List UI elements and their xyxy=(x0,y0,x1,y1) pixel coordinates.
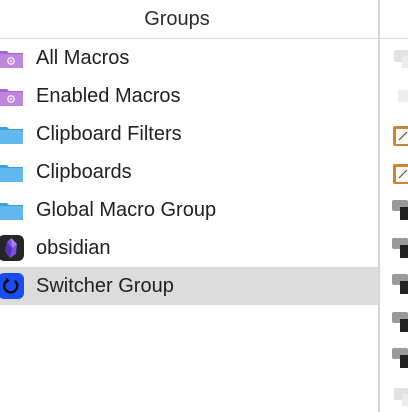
group-row-all-macros[interactable]: All Macros xyxy=(0,39,378,77)
group-label: obsidian xyxy=(36,237,111,259)
group-label: Switcher Group xyxy=(36,275,174,297)
macro-icon-ghost xyxy=(392,86,408,108)
group-row-obsidian[interactable]: obsidian xyxy=(0,229,378,267)
group-label: Clipboards xyxy=(36,161,132,183)
macro-icon xyxy=(392,346,408,368)
groups-pane: Groups All Macros Enabled Macros Clipboa… xyxy=(0,0,378,412)
macro-icon-ghost xyxy=(392,46,408,68)
obsidian-app-icon xyxy=(0,235,24,261)
clipboard-icon xyxy=(392,124,408,146)
macro-icon xyxy=(392,198,408,220)
group-label: Enabled Macros xyxy=(36,85,181,107)
group-row-global-macro-group[interactable]: Global Macro Group xyxy=(0,191,378,229)
groups-column-header[interactable]: Groups xyxy=(0,0,378,39)
switcher-group-icon xyxy=(0,273,24,299)
clipboard-icon xyxy=(392,162,408,184)
group-row-enabled-macros[interactable]: Enabled Macros xyxy=(0,77,378,115)
macros-pane xyxy=(380,0,408,412)
smart-folder-purple-icon xyxy=(0,83,24,109)
group-label: Global Macro Group xyxy=(36,199,217,221)
macro-icon-ghost xyxy=(392,384,408,406)
macro-icon xyxy=(392,272,408,294)
group-row-clipboard-filters[interactable]: Clipboard Filters xyxy=(0,115,378,153)
group-label: All Macros xyxy=(36,47,130,69)
folder-blue-icon xyxy=(0,197,24,223)
groups-list: All Macros Enabled Macros Clipboard Filt… xyxy=(0,39,378,305)
groups-header-label: Groups xyxy=(144,7,210,30)
group-label: Clipboard Filters xyxy=(36,123,182,145)
smart-folder-purple-icon xyxy=(0,45,24,71)
group-row-switcher-group[interactable]: Switcher Group xyxy=(0,267,378,305)
macros-column-header[interactable] xyxy=(380,0,408,39)
group-row-clipboards[interactable]: Clipboards xyxy=(0,153,378,191)
folder-blue-icon xyxy=(0,121,24,147)
folder-blue-icon xyxy=(0,159,24,185)
macro-icon xyxy=(392,236,408,258)
macro-icon xyxy=(392,310,408,332)
